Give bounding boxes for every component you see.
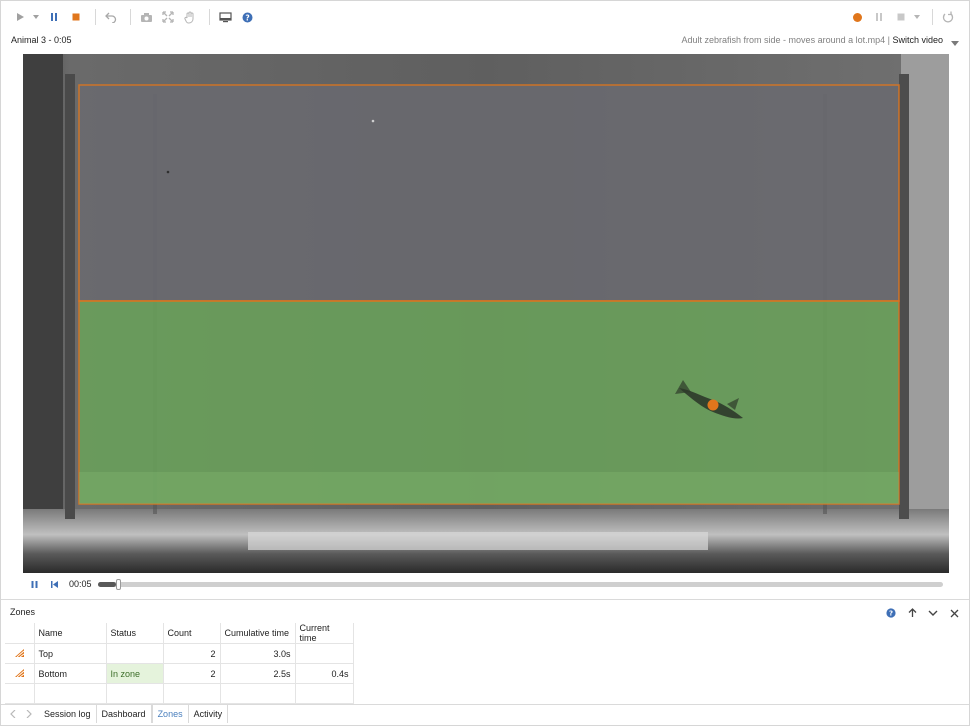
toolbar-separator (209, 9, 210, 25)
svg-text:?: ? (889, 610, 893, 618)
record-options-caret-icon[interactable] (914, 8, 920, 26)
camera-icon[interactable] (137, 8, 155, 26)
toolbar: ? (1, 1, 969, 33)
screen-icon[interactable] (216, 8, 234, 26)
zone-bottom-gravel (79, 472, 899, 504)
recording-controls (848, 8, 961, 26)
playback-thumb[interactable] (115, 578, 121, 590)
water-speck (371, 119, 375, 123)
video-info: Adult zebrafish from side - moves around… (682, 35, 943, 45)
zone-status (106, 643, 164, 664)
panel-divider (1, 599, 969, 600)
column-header-icon (5, 623, 35, 644)
fit-icon[interactable] (159, 8, 177, 26)
switch-video-button[interactable]: Switch video (892, 35, 943, 45)
stop-icon[interactable] (67, 8, 85, 26)
tank-right-post (899, 74, 909, 519)
table-row[interactable]: Bottom In zone 2 2.5s 0.4s (5, 663, 354, 684)
tank-left-post (65, 74, 75, 519)
animal-title: Animal 3 - 0:05 (11, 35, 72, 45)
tabs-scroll-right-icon[interactable] (23, 708, 35, 720)
toolbar-separator (95, 9, 96, 25)
play-options-caret-icon[interactable] (33, 8, 39, 26)
tab-dashboard[interactable]: Dashboard (97, 705, 152, 723)
toolbar-separator (932, 9, 933, 25)
skip-to-start-icon[interactable] (47, 577, 61, 591)
left-dark-region (23, 54, 63, 573)
video-header: Animal 3 - 0:05 Adult zebrafish from sid… (1, 33, 969, 51)
record-icon[interactable] (848, 8, 866, 26)
zone-current-time: 0.4s (295, 663, 354, 684)
playback-time: 00:05 (69, 579, 92, 589)
zone-current-time (295, 643, 354, 664)
playback-progress-fill (97, 581, 116, 587)
zone-status: In zone (106, 663, 164, 684)
column-header-cumulative-time[interactable]: Cumulative time (220, 623, 296, 644)
column-header-count[interactable]: Count (163, 623, 221, 644)
tab-session-log[interactable]: Session log (39, 705, 97, 723)
refresh-icon[interactable] (939, 8, 957, 26)
zone-icon (5, 663, 35, 684)
record-stop-icon[interactable] (892, 8, 910, 26)
zones-table-header-row: Name Status Count Cumulative time Curren… (5, 623, 354, 644)
tab-zones[interactable]: Zones (151, 705, 189, 723)
column-header-name[interactable]: Name (34, 623, 107, 644)
tracked-point (707, 399, 719, 411)
record-pause-icon[interactable] (870, 8, 888, 26)
video-name: Adult zebrafish from side - moves around… (681, 35, 886, 45)
floor-highlight (248, 532, 708, 550)
help-icon[interactable]: ? (238, 8, 256, 26)
zone-icon (5, 643, 35, 664)
zone-cumulative-time: 2.5s (220, 663, 296, 684)
video-frame[interactable] (23, 54, 949, 573)
close-icon[interactable] (947, 606, 961, 620)
zone-name: Bottom (34, 663, 107, 684)
zone-count: 2 (163, 643, 221, 664)
zones-table: Name Status Count Cumulative time Curren… (5, 623, 354, 704)
help-icon[interactable]: ? (884, 606, 898, 620)
tabs-scroll-left-icon[interactable] (7, 708, 19, 720)
column-header-current-time[interactable]: Current time (295, 623, 354, 644)
zone-name: Top (34, 643, 107, 664)
zone-top-overlay[interactable] (78, 84, 900, 302)
toolbar-separator (130, 9, 131, 25)
column-header-status[interactable]: Status (106, 623, 164, 644)
table-row-empty (5, 683, 354, 704)
pause-icon[interactable] (45, 8, 63, 26)
play-icon[interactable] (11, 8, 29, 26)
app-window: ? Animal 3 - 0:05 Adult zebrafish from s… (0, 0, 970, 726)
arrow-up-icon[interactable] (905, 606, 919, 620)
zones-panel: Zones ? Name Status Count Cumulative tim… (5, 603, 967, 704)
zones-panel-title: Zones (10, 607, 36, 617)
playback-bar: 00:05 (23, 576, 949, 592)
hand-icon[interactable] (181, 8, 199, 26)
zones-panel-actions: ? (877, 606, 961, 620)
switch-video-caret-icon[interactable] (951, 38, 959, 48)
playback-slider[interactable] (97, 578, 943, 590)
undo-icon[interactable] (102, 8, 120, 26)
playback-pause-icon[interactable] (27, 577, 41, 591)
zone-count: 2 (163, 663, 221, 684)
svg-text:?: ? (245, 13, 249, 22)
zones-panel-header: Zones ? (5, 603, 967, 623)
table-row[interactable]: Top 2 3.0s (5, 643, 354, 664)
chevron-down-icon[interactable] (926, 606, 940, 620)
bottom-tabs: Session log Dashboard Zones Activity (1, 704, 969, 723)
water-speck (166, 170, 170, 174)
zone-cumulative-time: 3.0s (220, 643, 296, 664)
tab-activity[interactable]: Activity (189, 705, 229, 723)
